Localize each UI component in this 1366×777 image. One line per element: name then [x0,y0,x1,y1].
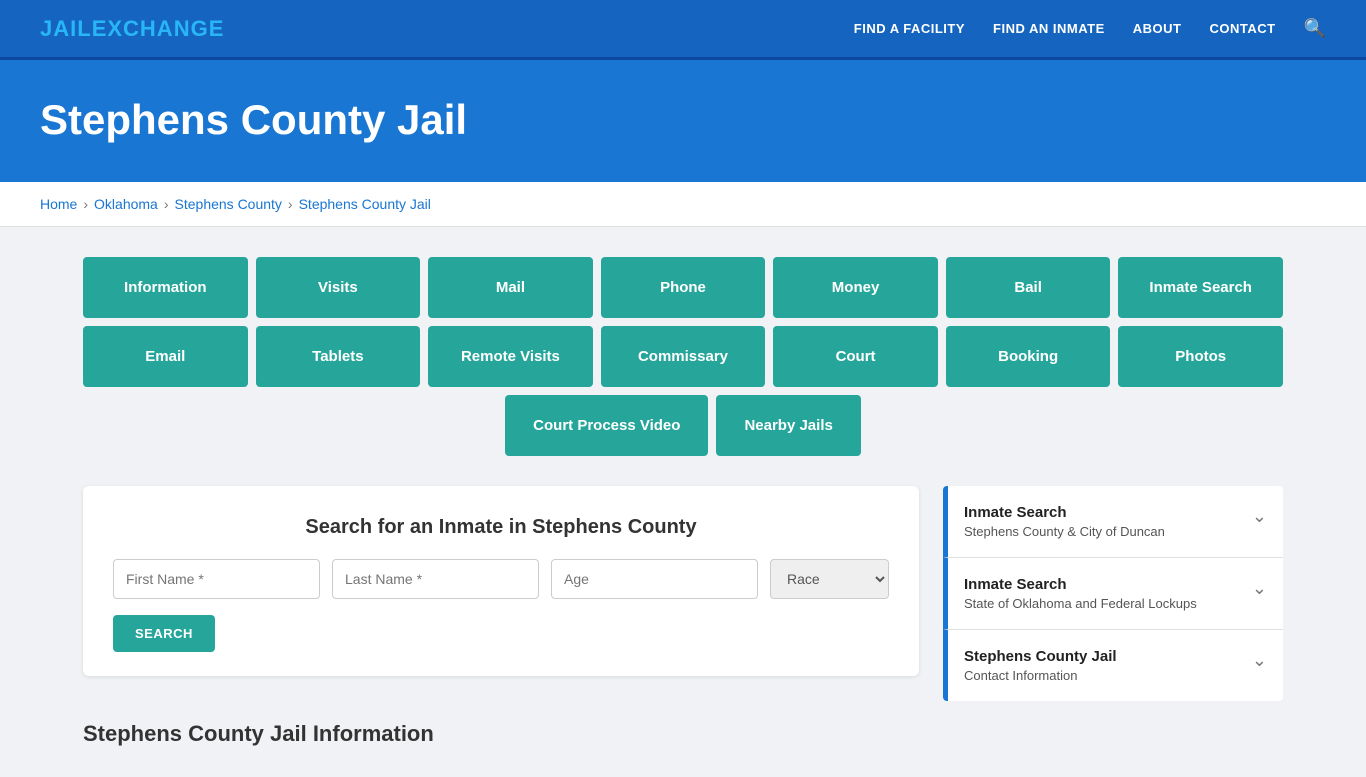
race-select[interactable]: Race White Black Hispanic Asian Other [770,559,889,599]
sidebar-card-2-title: Inmate Search [964,576,1197,593]
inmate-search-card: Search for an Inmate in Stephens County … [83,486,919,676]
search-icon[interactable]: 🔍 [1304,18,1326,39]
tab-information[interactable]: Information [83,257,248,318]
sidebar-card-3-title: Stephens County Jail [964,648,1117,665]
tab-email[interactable]: Email [83,326,248,387]
tab-commissary[interactable]: Commissary [601,326,766,387]
age-input[interactable] [551,559,758,599]
main-content: Information Visits Mail Phone Money Bail… [43,227,1323,777]
tab-photos[interactable]: Photos [1118,326,1283,387]
tab-court-process-video[interactable]: Court Process Video [505,395,708,456]
sidebar-card-2-subtitle: State of Oklahoma and Federal Lockups [964,596,1197,611]
lower-section: Search for an Inmate in Stephens County … [83,486,1283,701]
tab-court[interactable]: Court [773,326,938,387]
tab-bail[interactable]: Bail [946,257,1111,318]
breadcrumb-home[interactable]: Home [40,196,77,212]
tab-money[interactable]: Money [773,257,938,318]
chevron-down-icon-3: ⌄ [1252,650,1267,671]
breadcrumb-oklahoma[interactable]: Oklahoma [94,196,158,212]
logo-jail: JAIL [40,16,92,41]
page-title: Stephens County Jail [40,96,1326,144]
sidebar-inmate-search-state[interactable]: Inmate Search State of Oklahoma and Fede… [943,558,1283,630]
tab-tablets[interactable]: Tablets [256,326,421,387]
breadcrumb-jail[interactable]: Stephens County Jail [299,196,431,212]
tab-mail[interactable]: Mail [428,257,593,318]
sidebar-card-1-subtitle: Stephens County & City of Duncan [964,524,1165,539]
breadcrumb-sep-3: › [288,196,293,212]
nav-contact[interactable]: CONTACT [1209,21,1275,36]
nav-about[interactable]: ABOUT [1133,21,1182,36]
sidebar-contact-info[interactable]: Stephens County Jail Contact Information… [943,630,1283,701]
breadcrumb-sep-2: › [164,196,169,212]
sidebar-card-3-subtitle: Contact Information [964,668,1117,683]
tab-row-3: Court Process Video Nearby Jails [83,395,1283,456]
first-name-input[interactable] [113,559,320,599]
tab-inmate-search[interactable]: Inmate Search [1118,257,1283,318]
nav-find-facility[interactable]: FIND A FACILITY [854,21,965,36]
site-logo[interactable]: JAILEXCHANGE [40,16,224,42]
logo-exchange: EXCHANGE [92,16,225,41]
tab-row-2: Email Tablets Remote Visits Commissary C… [83,326,1283,387]
hero-section: Stephens County Jail [0,60,1366,182]
navbar: JAILEXCHANGE FIND A FACILITY FIND AN INM… [0,0,1366,60]
bottom-section: Stephens County Jail Information [83,721,1283,747]
tab-row-1: Information Visits Mail Phone Money Bail… [83,257,1283,318]
tab-remote-visits[interactable]: Remote Visits [428,326,593,387]
search-button[interactable]: SEARCH [113,615,215,652]
tab-phone[interactable]: Phone [601,257,766,318]
breadcrumb-sep-1: › [83,196,88,212]
search-fields: Race White Black Hispanic Asian Other [113,559,889,599]
chevron-down-icon: ⌄ [1252,506,1267,527]
sidebar: Inmate Search Stephens County & City of … [943,486,1283,701]
chevron-down-icon-2: ⌄ [1252,578,1267,599]
tab-nearby-jails[interactable]: Nearby Jails [716,395,860,456]
breadcrumb: Home › Oklahoma › Stephens County › Step… [0,182,1366,227]
last-name-input[interactable] [332,559,539,599]
search-title: Search for an Inmate in Stephens County [113,516,889,539]
sidebar-inmate-search-local[interactable]: Inmate Search Stephens County & City of … [943,486,1283,558]
nav-links: FIND A FACILITY FIND AN INMATE ABOUT CON… [854,18,1326,39]
tab-visits[interactable]: Visits [256,257,421,318]
sidebar-card-1-title: Inmate Search [964,504,1165,521]
breadcrumb-stephens-county[interactable]: Stephens County [175,196,282,212]
nav-find-inmate[interactable]: FIND AN INMATE [993,21,1105,36]
tab-booking[interactable]: Booking [946,326,1111,387]
bottom-title: Stephens County Jail Information [83,721,1283,747]
